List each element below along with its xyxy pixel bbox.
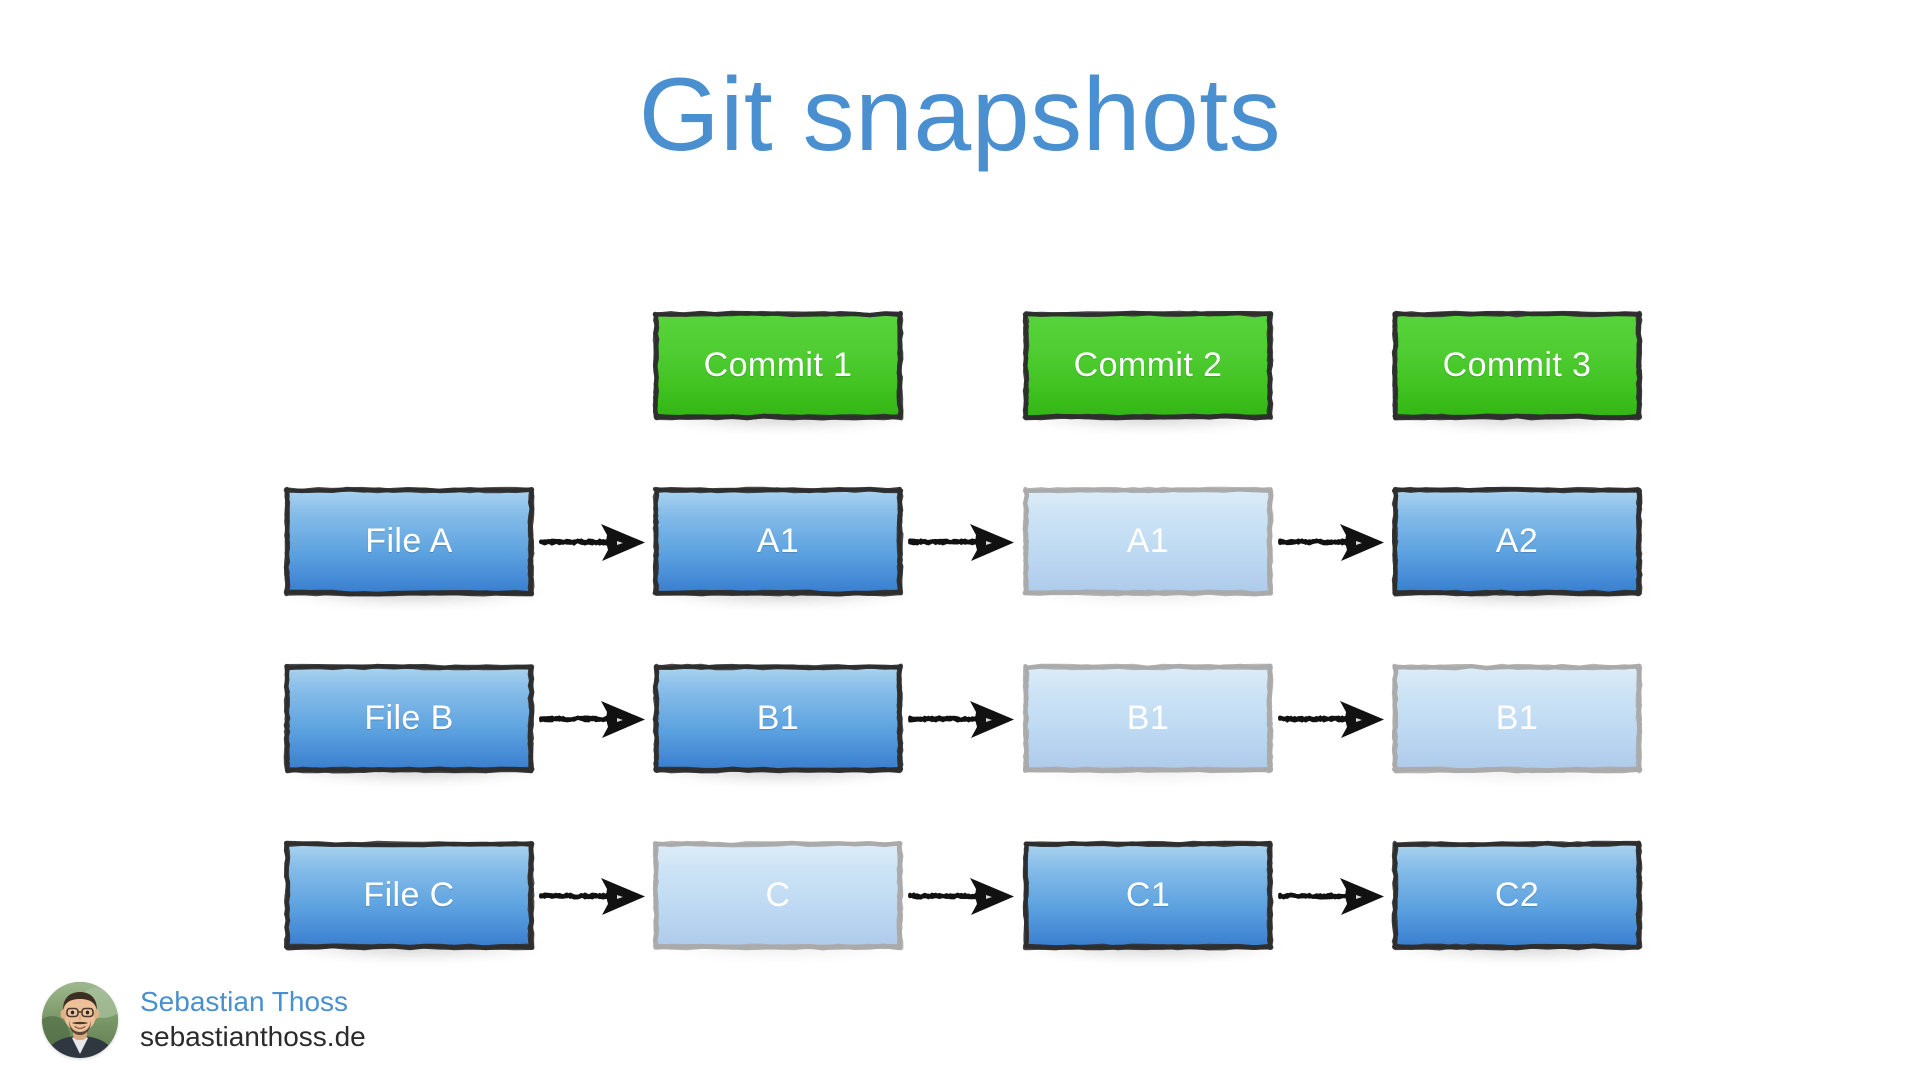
file-box: B1 (652, 663, 908, 784)
box-label: File B (364, 699, 454, 737)
arrow-icon (1274, 873, 1392, 919)
box-label: A2 (1495, 522, 1539, 560)
file-box: File C (283, 840, 539, 961)
box-label: Commit 3 (1442, 346, 1592, 384)
file-box: A1 (652, 486, 908, 607)
file-box: C2 (1391, 840, 1647, 961)
file-box: B1 (1391, 663, 1647, 784)
presenter-website: sebastianthoss.de (140, 1021, 366, 1052)
arrow-icon (535, 873, 653, 919)
box-label: Commit 2 (1073, 346, 1223, 384)
file-box: A1 (1022, 486, 1278, 607)
git-snapshot-diagram: Commit 1 Commit 2 Commit 3 File A A1 A1 A2 File… (0, 0, 1920, 1080)
file-box: File B (283, 663, 539, 784)
arrow-icon (535, 696, 653, 742)
box-label: File C (363, 876, 455, 914)
presenter-name: Sebastian Thoss (140, 986, 349, 1017)
avatar (42, 982, 118, 1058)
file-box: A2 (1391, 486, 1647, 607)
file-box: C1 (1022, 840, 1278, 961)
arrow-icon (535, 519, 653, 565)
presenter-footer: Sebastian Thoss sebastianthoss.de (42, 982, 366, 1058)
box-label: B1 (756, 699, 800, 737)
arrow-icon (904, 873, 1022, 919)
arrow-icon (1274, 696, 1392, 742)
box-label: File A (365, 522, 453, 560)
file-box: File A (283, 486, 539, 607)
box-label: C1 (1125, 876, 1171, 914)
box-label: B1 (1495, 699, 1539, 737)
slide-canvas: Git snapshots Commit 1 Commit 2 Commit 3 Fi… (0, 0, 1920, 1080)
box-label: C2 (1494, 876, 1540, 914)
box-label: A1 (756, 522, 800, 560)
box-label: C (765, 876, 791, 914)
arrow-icon (904, 696, 1022, 742)
presenter-info: Sebastian Thoss sebastianthoss.de (140, 985, 366, 1055)
arrow-icon (904, 519, 1022, 565)
file-box: C (652, 840, 908, 961)
commit-box: Commit 2 (1022, 310, 1278, 431)
box-label: B1 (1126, 699, 1170, 737)
box-label: Commit 1 (703, 346, 853, 384)
file-box: B1 (1022, 663, 1278, 784)
commit-box: Commit 3 (1391, 310, 1647, 431)
box-label: A1 (1126, 522, 1170, 560)
arrow-icon (1274, 519, 1392, 565)
commit-box: Commit 1 (652, 310, 908, 431)
